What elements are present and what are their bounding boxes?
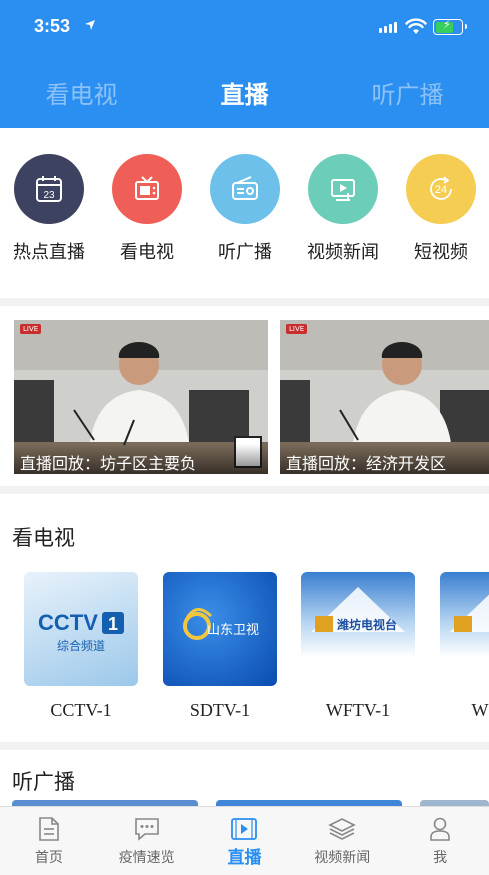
quick-entries: 23 热点直播 看电视 听广播 视频新闻 24 短视频 [0, 128, 489, 298]
live-replay-caption: 直播回放：经济开发区 [280, 444, 489, 474]
short-video-icon: 24 [406, 154, 476, 224]
tab-radio[interactable]: 听广播 [328, 75, 488, 110]
nav-live[interactable]: 直播 [196, 807, 294, 875]
nav-label: 视频新闻 [314, 850, 371, 866]
bottom-nav: 首页 疫情速览 直播 视频新闻 我 [0, 806, 489, 875]
tv-section: 看电视 CCTV 1 综合频道 CCTV-1 山东卫视 SDTV-1 潍坊电视台… [0, 494, 489, 742]
tab-watch-tv[interactable]: 看电视 [2, 75, 162, 110]
wifi-icon [405, 18, 427, 34]
radio-icon [210, 154, 280, 224]
chat-icon [98, 815, 196, 843]
tv-channel-card[interactable]: 潍坊 WFTV [440, 572, 489, 721]
home-doc-icon [0, 815, 98, 843]
radio-section: 听广播 [0, 750, 489, 810]
video-news-icon [308, 154, 378, 224]
battery-icon: ⚡ [433, 18, 467, 35]
sdtv-logo: 山东卫视 [163, 572, 277, 686]
channel-logo-tag: LIVE [286, 324, 308, 334]
svg-text:山东卫视: 山东卫视 [207, 623, 259, 638]
tv-channel-label: WFTV [471, 700, 489, 720]
live-replay-caption: 直播回放：坊子区主要负 [14, 444, 268, 474]
svg-text:24: 24 [435, 184, 447, 196]
live-replay-card[interactable]: LIVE 直播回放：坊子区主要负 [14, 320, 268, 474]
svg-text:1: 1 [108, 614, 118, 634]
nav-home[interactable]: 首页 [0, 807, 98, 875]
tv-channel-card[interactable]: 潍坊电视台 WFTV-1 [301, 572, 415, 721]
nav-epidemic[interactable]: 疫情速览 [98, 807, 196, 875]
quick-entry-short-video[interactable]: 24 短视频 [392, 154, 489, 264]
channel-logo-tag: LIVE [20, 324, 42, 334]
tv-channel-label: CCTV-1 [50, 700, 112, 720]
user-icon [391, 815, 489, 843]
quick-entry-label: 视频新闻 [307, 242, 379, 263]
section-title-radio: 听广播 [12, 770, 75, 794]
location-arrow-icon [85, 20, 95, 30]
nav-label: 首页 [34, 850, 63, 866]
nav-me[interactable]: 我 [391, 807, 489, 875]
live-replay-section: LIVE 直播回放：坊子区主要负 LIVE 直播回放：经济开发区 [0, 306, 489, 486]
top-tabs: 看电视 直播 听广播 [0, 70, 489, 114]
status-time: 3:53 [34, 16, 71, 36]
quick-entry-label: 听广播 [218, 242, 272, 263]
quick-entry-label: 短视频 [414, 242, 468, 263]
wftv-logo: 潍坊 [440, 572, 489, 686]
tv-channel-label: SDTV-1 [189, 700, 251, 720]
tv-icon [112, 154, 182, 224]
quick-entry-hot-live[interactable]: 23 热点直播 [0, 154, 98, 264]
svg-text:23: 23 [43, 190, 55, 201]
signal-icon [379, 22, 397, 33]
nav-label: 疫情速览 [118, 850, 175, 866]
quick-entry-video-news[interactable]: 视频新闻 [294, 154, 392, 264]
nav-label: 直播 [227, 848, 262, 868]
live-play-icon [196, 815, 294, 843]
tv-channel-label: WFTV-1 [325, 700, 391, 720]
nav-video-news[interactable]: 视频新闻 [293, 807, 391, 875]
calendar-icon: 23 [14, 154, 84, 224]
svg-text:综合频道: 综合频道 [57, 638, 105, 653]
status-bar: 3:53 ⚡ [0, 0, 489, 56]
quick-entry-label: 热点直播 [13, 242, 85, 263]
header: 3:53 ⚡ 看电视 直播 听广播 [0, 0, 489, 128]
svg-text:CCTV: CCTV [38, 610, 98, 635]
quick-entry-radio[interactable]: 听广播 [196, 154, 294, 264]
cctv1-logo: CCTV 1 综合频道 [24, 572, 138, 686]
quick-entry-tv[interactable]: 看电视 [98, 154, 196, 264]
tv-channel-card[interactable]: 山东卫视 SDTV-1 [163, 572, 277, 721]
tv-channel-card[interactable]: CCTV 1 综合频道 CCTV-1 [24, 572, 138, 721]
live-replay-card[interactable]: LIVE 直播回放：经济开发区 [280, 320, 489, 474]
quick-entry-label: 看电视 [120, 242, 174, 263]
svg-text:潍坊电视台: 潍坊电视台 [336, 617, 397, 632]
wftv-logo: 潍坊电视台 [301, 572, 415, 686]
tab-live[interactable]: 直播 [165, 75, 325, 110]
nav-label: 我 [433, 850, 448, 866]
section-title-tv: 看电视 [12, 526, 75, 550]
layers-icon [293, 815, 391, 843]
